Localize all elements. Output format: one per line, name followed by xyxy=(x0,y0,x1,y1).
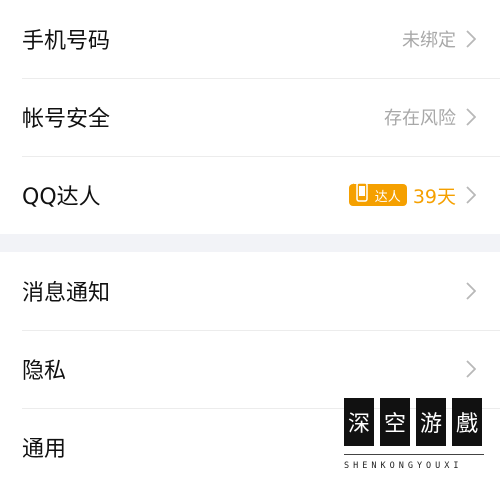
row-label: 手机号码 xyxy=(22,29,111,54)
settings-row-notifications[interactable]: 消息通知 xyxy=(0,252,500,330)
row-label: 消息通知 xyxy=(22,281,111,306)
watermark-logo: 深 空 游 戲 SHENKONGYOUXI xyxy=(344,398,494,488)
settings-row-privacy[interactable]: 隐私 xyxy=(0,330,500,408)
qq-talent-badge: 达人 xyxy=(348,182,407,206)
row-label: QQ达人 xyxy=(22,185,101,210)
settings-group-account: 手机号码 未绑定 帐号安全 存在风险 QQ达人 达人 39天 xyxy=(0,0,500,234)
watermark-char: 游 xyxy=(416,398,446,446)
watermark-subtitle: SHENKONGYOUXI xyxy=(344,461,463,471)
row-label: 帐号安全 xyxy=(22,107,111,132)
qq-talent-phone-icon xyxy=(352,182,368,202)
chevron-right-icon xyxy=(464,358,478,380)
chevron-right-icon xyxy=(464,106,478,128)
row-value: 未绑定 xyxy=(402,30,456,51)
badge-label: 达人 xyxy=(374,189,401,205)
watermark-rule xyxy=(344,454,484,455)
settings-row-phone[interactable]: 手机号码 未绑定 xyxy=(0,0,500,78)
watermark-char: 深 xyxy=(344,398,374,446)
settings-row-account-security[interactable]: 帐号安全 存在风险 xyxy=(0,78,500,156)
row-label: 隐私 xyxy=(22,359,67,384)
section-separator xyxy=(0,234,500,252)
chevron-right-icon xyxy=(464,28,478,50)
chevron-right-icon xyxy=(464,280,478,302)
watermark-char: 空 xyxy=(380,398,410,446)
row-value: 存在风险 xyxy=(384,108,456,129)
settings-row-qq-talent[interactable]: QQ达人 达人 39天 xyxy=(0,156,500,234)
watermark-char: 戲 xyxy=(452,398,482,446)
chevron-right-icon xyxy=(464,184,478,206)
row-value: 39天 xyxy=(412,185,456,208)
